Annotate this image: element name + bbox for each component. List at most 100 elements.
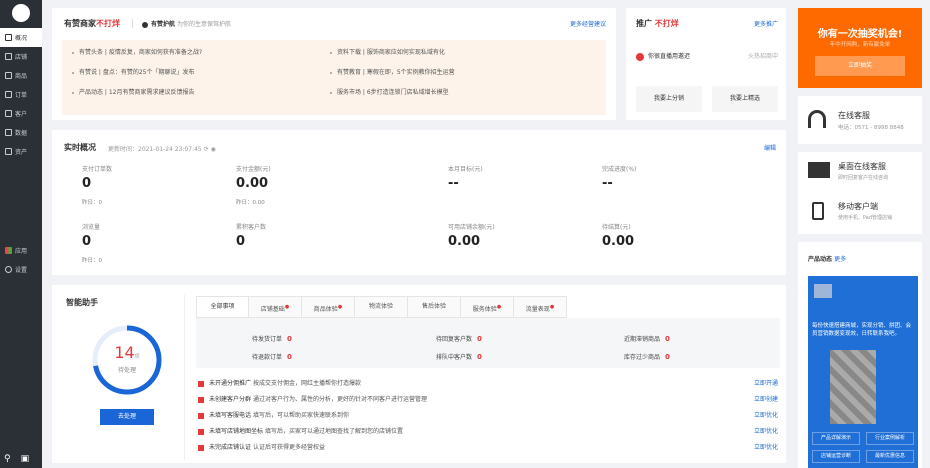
sidebar-item-settings[interactable]: 设置 <box>0 260 42 279</box>
customer-icon <box>5 110 12 117</box>
mobile-title[interactable]: 移动客户端 <box>838 201 878 212</box>
goods-icon <box>5 72 12 79</box>
tab-1[interactable]: 店铺基础● <box>249 296 302 318</box>
shop-logo[interactable] <box>12 4 30 22</box>
refresh-icon[interactable]: ⟳ <box>204 146 209 153</box>
stat-label: 支付金额(元) <box>236 166 271 173</box>
shield-icon <box>142 21 148 28</box>
notice-title: 有赞商家不打烊 <box>64 19 120 28</box>
stat-value: -- <box>602 176 613 191</box>
todo-item[interactable]: 待发货订单 0 <box>252 334 292 343</box>
service-phone: 电话：0571 - 8998 8848 <box>838 125 904 131</box>
tab-5[interactable]: 服务体验● <box>461 296 514 318</box>
mobile-icon <box>812 202 824 220</box>
promo-card: 推广 不打烊 更多推广 你很直播用邀迟 火热招商中 我要上分销 我要上精选 <box>626 8 786 120</box>
flag-icon <box>198 444 204 451</box>
promo-item[interactable]: 你很直播用邀迟 火热招商中 <box>636 48 778 66</box>
stat-value: -- <box>448 176 459 191</box>
tab-6[interactable]: 流量表现● <box>514 296 567 318</box>
more-promo-link[interactable]: 更多推广 <box>754 19 778 28</box>
task-action-link[interactable]: 立即开通 <box>754 378 778 387</box>
banner-text: 每份快速搭建商城，实现分销、拼团、会员营销数据变现效，日转联系我吧。 <box>812 323 912 337</box>
distribution-button[interactable]: 我要上分销 <box>636 86 702 112</box>
tab-dot: ● <box>496 304 502 310</box>
more-advice-link[interactable]: 更多经营建议 <box>570 19 606 28</box>
todo-item[interactable]: 近期滞销商品 0 <box>624 334 670 343</box>
product-news-link[interactable]: 行业案例解析 <box>866 432 914 445</box>
task-row: 未创建客户分群 通过对客户行为、属性的分析，更好的针对不同客户进行运营管理 立即创… <box>198 394 778 406</box>
stat-label: 本月目标(元) <box>448 166 483 173</box>
sidebar-item-label: 店铺 <box>15 54 28 61</box>
stat-label: 待结算(元) <box>602 224 631 231</box>
sidebar-item-1[interactable]: 店铺 <box>0 47 42 66</box>
sidebar-item-4[interactable]: 客户 <box>0 104 42 123</box>
notice-item[interactable]: 有赞说 | 盘点：有赞的25个「期聊说」发布 <box>72 63 202 83</box>
sidebar-item-label: 商品 <box>15 73 28 80</box>
sidebar-item-label: 应用 <box>15 248 28 255</box>
task-action-link[interactable]: 立即创建 <box>754 394 778 403</box>
desktop-title[interactable]: 桌面在线客服 <box>838 161 886 172</box>
notice-list: 有赞头条 | 疫情反复，商家如何获有准备之战? 有赞说 | 盘点：有赞的25个「期… <box>62 40 606 115</box>
task-action-link[interactable]: 立即优化 <box>754 442 778 451</box>
lottery-title: 你有一次抽奖机会! <box>817 29 903 40</box>
stat-label: 可用店铺余额(元) <box>448 224 495 231</box>
eye-icon[interactable]: ◉ <box>211 146 216 153</box>
store-icon <box>5 53 12 60</box>
task-row: 未完成店铺认证 认证后可获得更多经营权益 立即优化 <box>198 442 778 454</box>
sidebar-item-6[interactable]: 资产 <box>0 142 42 161</box>
stat-value: 0 <box>82 176 92 191</box>
notice-card: 有赞商家不打烊 有赞护航 为你的生意保驾护航 更多经营建议 有赞头条 | 疫情反… <box>52 8 616 120</box>
selection-button[interactable]: 我要上精选 <box>712 86 778 112</box>
headset-icon <box>808 110 826 128</box>
live-icon <box>636 52 644 61</box>
notice-item[interactable]: 产品动态 | 12月有赞商家需求建议反馈报告 <box>72 83 202 103</box>
stat-value: 0.00 <box>602 234 635 249</box>
message-icon[interactable]: ▣ <box>21 454 30 464</box>
tab-dot: ● <box>284 304 290 310</box>
stat-label: 完成进度(%) <box>602 166 637 173</box>
product-news-card: 产品动态 更多 每份快速搭建商城，实现分销、拼团、会员营销数据变现效，日转联系我… <box>798 242 922 468</box>
product-news-link[interactable]: 最新优惠信息 <box>866 450 914 463</box>
lottery-button[interactable]: 立即抽奖 <box>815 56 905 76</box>
online-service-card[interactable]: 在线客服 电话：0571 - 8998 8848 <box>798 96 922 144</box>
banner-image <box>814 284 832 298</box>
lottery-subtitle: 年中开网购，新有赢免单 <box>829 42 891 48</box>
tab-4[interactable]: 售后体验 <box>408 296 461 318</box>
sidebar-item-0[interactable]: 概况 <box>0 28 42 47</box>
tab-3[interactable]: 物流体验 <box>355 296 408 318</box>
edit-link[interactable]: 编辑 <box>764 143 776 152</box>
sidebar: 概况店铺商品订单客户 数据 资产 应用 设置 ⚲ ▣ <box>0 0 42 468</box>
tab-0[interactable]: 全部事项 <box>196 296 249 318</box>
notice-item[interactable]: 有赞头条 | 疫情反复，商家如何获有准备之战? <box>72 43 202 63</box>
sidebar-item-label: 设置 <box>15 267 28 274</box>
product-news-link[interactable]: 店铺运营诊断 <box>812 450 860 463</box>
order-icon <box>5 91 12 98</box>
stat-yesterday: 昨日：0.00 <box>236 200 265 206</box>
notice-item[interactable]: 服务市场 | 6步打造连锁门店私域增长模型 <box>330 83 455 103</box>
assistant-tabs: 全部事项 店铺基础● 商品体验● 物流体验 售后体验 服务体验● 流量表现● <box>196 296 796 318</box>
process-button[interactable]: 去处理 <box>100 409 154 425</box>
sidebar-item-2[interactable]: 商品 <box>0 66 42 85</box>
task-action-link[interactable]: 立即优化 <box>754 426 778 435</box>
notice-item[interactable]: 资料下载 | 服饰商家应如何实现私域有化 <box>330 43 455 63</box>
product-news-title: 产品动态 更多 <box>808 256 847 263</box>
pending-label: 待处理 <box>117 367 136 374</box>
todo-item[interactable]: 待退款订单 0 <box>252 352 292 361</box>
product-news-link[interactable]: 产品详解演示 <box>812 432 860 445</box>
sidebar-item-3[interactable]: 订单 <box>0 85 42 104</box>
todo-item[interactable]: 库存过少商品 0 <box>624 352 670 361</box>
service-title: 在线客服 <box>838 111 870 120</box>
task-action-link[interactable]: 立即优化 <box>754 410 778 419</box>
sidebar-item-apps[interactable]: 应用 <box>0 241 42 260</box>
todo-item[interactable]: 排队中客户数 0 <box>436 352 482 361</box>
search-icon[interactable]: ⚲ <box>4 454 11 464</box>
update-time: 更新时间：2021-01-24 23:07:45 ⟳ ◉ <box>108 146 216 153</box>
notice-item[interactable]: 有赞教育 | 寒假在即，5个实例教你招生运营 <box>330 63 455 83</box>
tab-2[interactable]: 商品体验● <box>302 296 355 318</box>
sidebar-item-label: 订单 <box>15 92 28 99</box>
product-banner[interactable]: 每份快速搭建商城，实现分销、拼团、会员营销数据变现效，日转联系我吧。 产品详解演… <box>808 276 918 468</box>
sidebar-item-5[interactable]: 数据 <box>0 123 42 142</box>
product-news-more-link[interactable]: 更多 <box>834 256 846 263</box>
desktop-desc: 即时回复客户在线咨询 <box>838 175 889 181</box>
todo-item[interactable]: 待回复客户数 0 <box>436 334 482 343</box>
